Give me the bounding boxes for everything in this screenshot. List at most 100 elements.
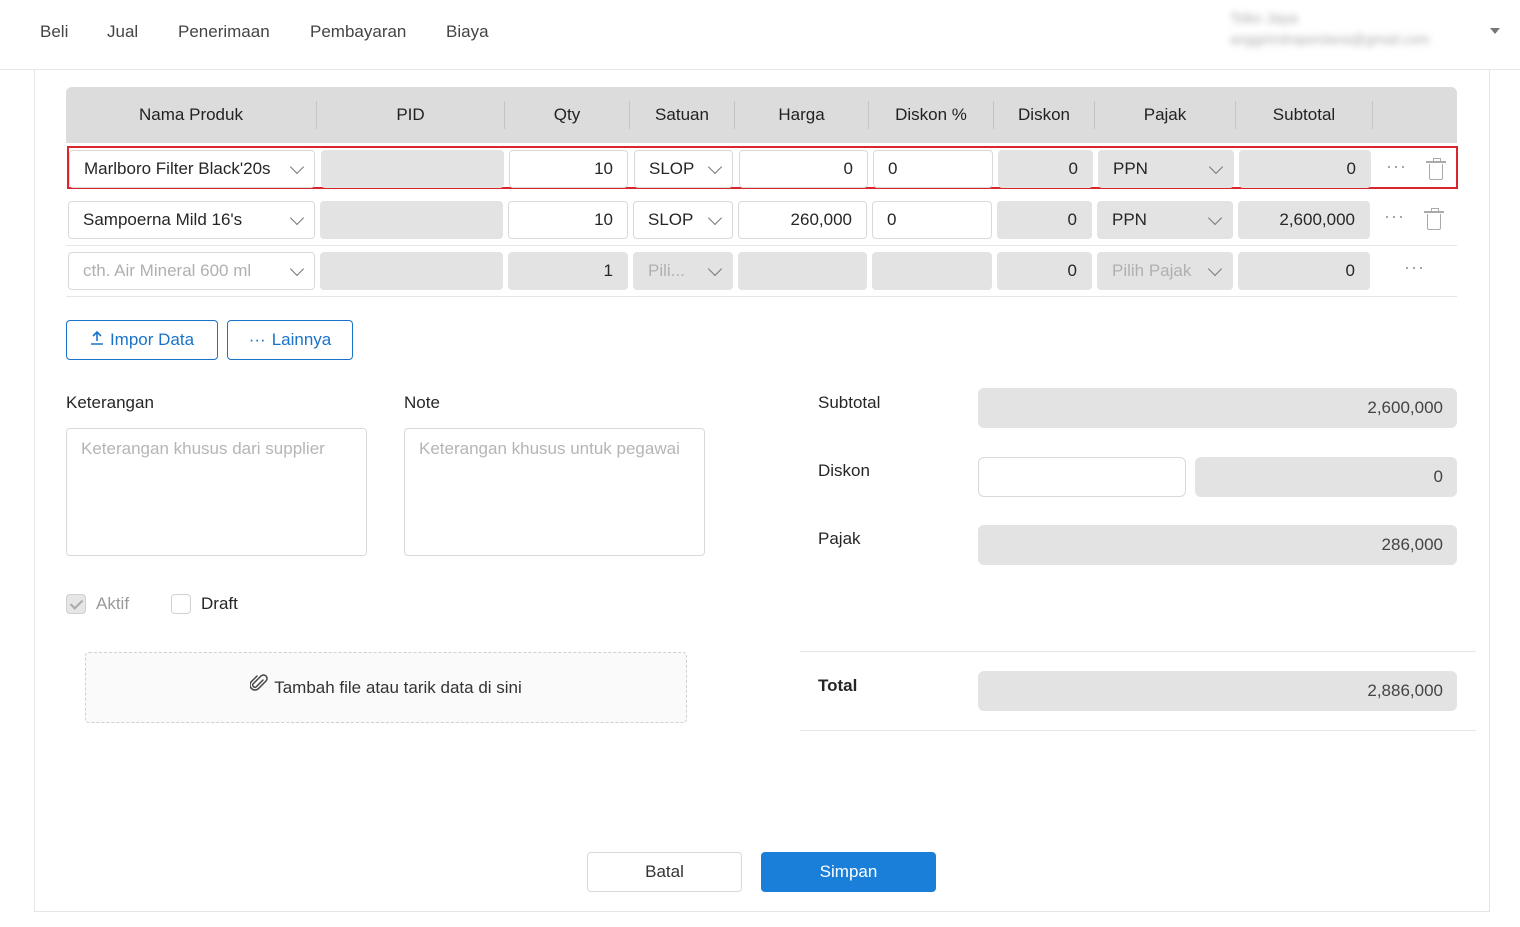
- summary-pajak-value: 286,000: [978, 525, 1457, 565]
- summary-pajak-label: Pajak: [818, 529, 861, 548]
- summary-total-label: Total: [818, 676, 858, 695]
- pid-field: [320, 201, 503, 239]
- pid-field: [321, 150, 504, 188]
- keterangan-textarea[interactable]: Keterangan khusus dari supplier: [66, 428, 367, 556]
- column-header-satuan: Satuan: [655, 105, 709, 124]
- chevron-down-icon: [289, 210, 305, 226]
- aktif-label: Aktif: [96, 594, 130, 613]
- subtotal-field: 2,600,000: [1238, 201, 1370, 239]
- row-more-icon[interactable]: ···: [1384, 206, 1405, 227]
- qty-input[interactable]: 10: [508, 201, 628, 239]
- user-name: Toko Jaya: [1230, 10, 1298, 27]
- price-input[interactable]: 260,000: [738, 201, 867, 239]
- chevron-down-icon: [707, 210, 723, 226]
- summary-divider: [800, 730, 1476, 731]
- summary-diskon-input[interactable]: [978, 457, 1186, 497]
- table-header: Nama Produk PID Qty Satuan Harga Diskon …: [66, 87, 1457, 143]
- keterangan-label: Keterangan: [66, 393, 154, 412]
- cancel-button[interactable]: Batal: [587, 852, 742, 892]
- table-row: Sampoerna Mild 16's 10 SLOP 260,000 0 0 …: [66, 195, 1457, 246]
- summary-total-value: 2,886,000: [978, 671, 1457, 711]
- nav-item-pembayaran[interactable]: Pembayaran: [310, 22, 406, 42]
- upload-icon: [90, 321, 104, 359]
- ellipsis-icon: ···: [248, 330, 266, 349]
- tax-select[interactable]: PPN: [1098, 150, 1234, 188]
- tax-select-value: PPN: [1112, 210, 1147, 229]
- trash-icon[interactable]: [1424, 208, 1444, 230]
- unit-select[interactable]: SLOP: [633, 201, 733, 239]
- column-header-harga: Harga: [778, 105, 825, 124]
- unit-select[interactable]: SLOP: [634, 150, 733, 188]
- aktif-checkbox[interactable]: [66, 594, 86, 614]
- chevron-down-icon: [707, 261, 723, 277]
- note-label: Note: [404, 393, 440, 412]
- table-row-selected: Marlboro Filter Black'20s 10 SLOP 0 0 0 …: [67, 146, 1458, 189]
- product-select-value: Marlboro Filter Black'20s: [84, 159, 271, 178]
- product-select-placeholder: cth. Air Mineral 600 ml: [83, 261, 252, 280]
- more-actions-label: Lainnya: [271, 330, 332, 349]
- column-header-nama-produk: Nama Produk: [139, 105, 243, 124]
- tax-select-placeholder: Pilih Pajak: [1112, 261, 1192, 280]
- discount-field: 0: [997, 201, 1092, 239]
- discount-percent-input[interactable]: 0: [873, 150, 993, 188]
- chevron-down-icon: [289, 159, 305, 175]
- note-textarea[interactable]: Keterangan khusus untuk pegawai: [404, 428, 705, 556]
- save-button[interactable]: Simpan: [761, 852, 936, 892]
- summary-subtotal-value: 2,600,000: [978, 388, 1457, 428]
- tax-select[interactable]: PPN: [1097, 201, 1233, 239]
- summary-divider: [800, 651, 1476, 652]
- discount-field: 0: [998, 150, 1093, 188]
- nav-item-beli[interactable]: Beli: [40, 22, 68, 42]
- import-data-label: Impor Data: [109, 330, 195, 349]
- chevron-down-icon: [1207, 261, 1223, 277]
- product-select-value: Sampoerna Mild 16's: [83, 210, 243, 229]
- product-select[interactable]: cth. Air Mineral 600 ml: [68, 252, 315, 290]
- unit-select-value: SLOP: [649, 159, 695, 178]
- chevron-down-icon: [707, 159, 723, 175]
- discount-percent-input[interactable]: 0: [872, 201, 992, 239]
- row-more-icon[interactable]: ···: [1404, 257, 1425, 278]
- unit-select-value: SLOP: [648, 210, 694, 229]
- column-header-pajak: Pajak: [1143, 105, 1187, 124]
- trash-icon[interactable]: [1426, 158, 1446, 180]
- column-header-diskon-persen: Diskon %: [895, 105, 967, 124]
- tax-select-value: PPN: [1113, 159, 1148, 178]
- discount-field: 0: [997, 252, 1092, 290]
- draft-label: Draft: [201, 594, 238, 613]
- column-header-pid: PID: [396, 105, 425, 124]
- column-header-subtotal: Subtotal: [1272, 105, 1336, 124]
- caret-down-icon[interactable]: [1490, 28, 1500, 34]
- summary-diskon-value: 0: [1195, 457, 1457, 497]
- qty-input: 1: [508, 252, 628, 290]
- tax-select: Pilih Pajak: [1097, 252, 1233, 290]
- price-input: [738, 252, 867, 290]
- discount-percent-input: [872, 252, 992, 290]
- column-header-diskon: Diskon: [1018, 105, 1070, 124]
- chevron-down-icon: [1207, 210, 1223, 226]
- subtotal-field: 0: [1239, 150, 1371, 188]
- summary-subtotal-label: Subtotal: [818, 393, 881, 412]
- table-row-new: cth. Air Mineral 600 ml 1 Pili... 0 Pili…: [66, 246, 1457, 297]
- summary-diskon-label: Diskon: [818, 461, 870, 480]
- nav-item-jual[interactable]: Jual: [107, 22, 138, 42]
- chevron-down-icon: [1208, 159, 1224, 175]
- price-input[interactable]: 0: [739, 150, 868, 188]
- unit-select-placeholder: Pili...: [648, 261, 685, 280]
- file-dropzone[interactable]: Tambah file atau tarik data di sini: [85, 652, 687, 723]
- draft-checkbox[interactable]: [171, 594, 191, 614]
- row-more-icon[interactable]: ···: [1386, 156, 1407, 177]
- subtotal-field: 0: [1238, 252, 1370, 290]
- qty-input[interactable]: 10: [509, 150, 628, 188]
- nav-item-biaya[interactable]: Biaya: [446, 22, 489, 42]
- product-select[interactable]: Marlboro Filter Black'20s: [69, 150, 315, 188]
- chevron-down-icon: [289, 261, 305, 277]
- nav-item-penerimaan[interactable]: Penerimaan: [178, 22, 270, 42]
- product-select[interactable]: Sampoerna Mild 16's: [68, 201, 315, 239]
- import-data-button[interactable]: Impor Data: [66, 320, 218, 360]
- paperclip-icon: [249, 654, 268, 723]
- pid-field: [320, 252, 503, 290]
- unit-select: Pili...: [633, 252, 733, 290]
- more-actions-button[interactable]: ··· Lainnya: [227, 320, 353, 360]
- user-menu[interactable]: Toko Jaya anggirindraperdana@gmail.com: [1230, 10, 1480, 47]
- column-divider: [1372, 101, 1373, 129]
